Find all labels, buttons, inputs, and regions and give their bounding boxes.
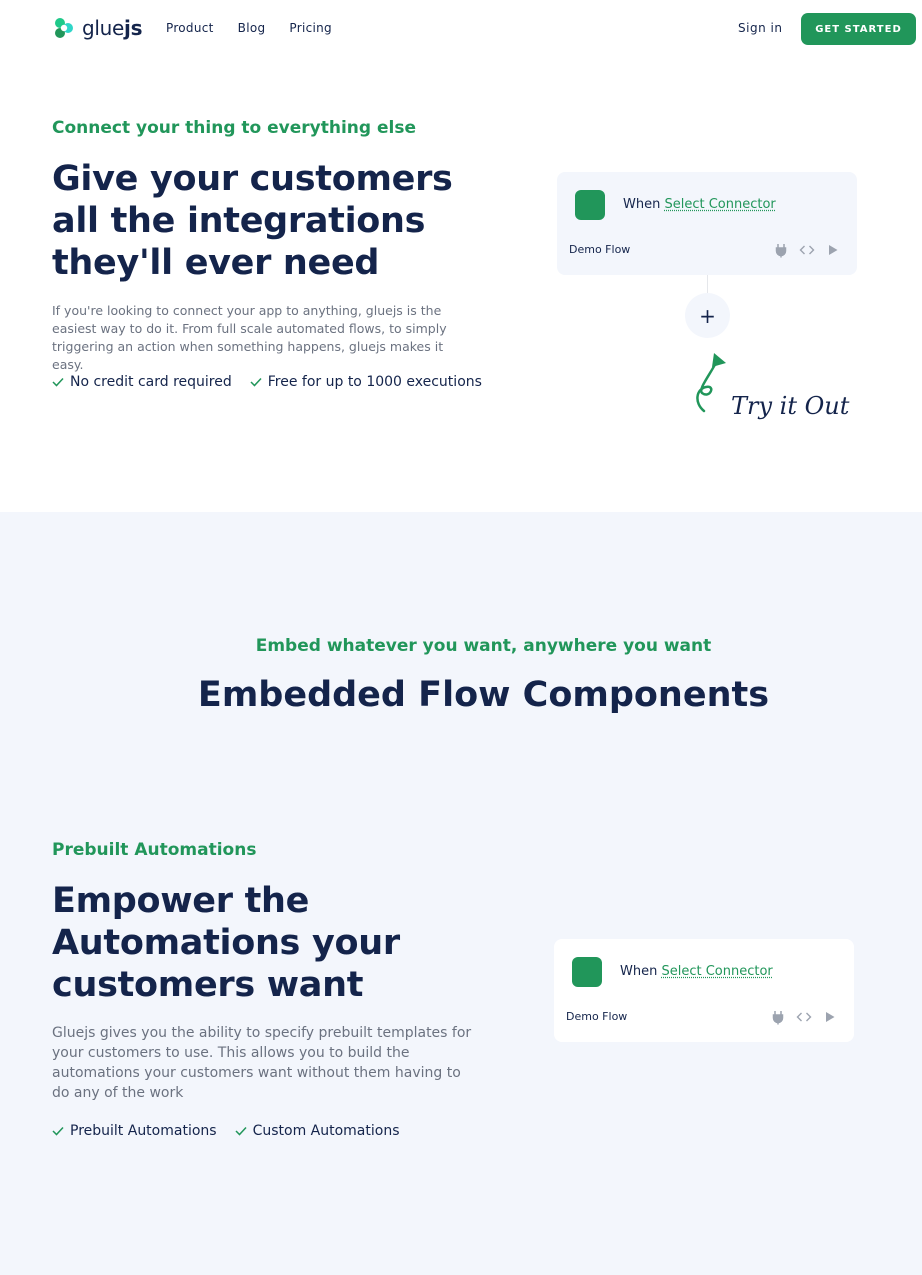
embed-eyebrow: Embed whatever you want, anywhere you wa… bbox=[255, 636, 712, 656]
flow-trigger: When Select Connector bbox=[620, 964, 773, 979]
check-item: Prebuilt Automations bbox=[52, 1123, 217, 1139]
select-connector-link[interactable]: Select Connector bbox=[661, 964, 772, 979]
hero-description: If you're looking to connect your app to… bbox=[52, 303, 447, 372]
flow-name: Demo Flow bbox=[566, 1010, 628, 1023]
check-icon bbox=[250, 377, 262, 387]
flow-trigger: When Select Connector bbox=[623, 197, 776, 212]
check-label: Prebuilt Automations bbox=[70, 1123, 217, 1139]
site-header: gluejs Product Blog Pricing Sign in GET … bbox=[0, 0, 922, 58]
embed-title: Embedded Flow Components bbox=[197, 675, 770, 715]
select-connector-link[interactable]: Select Connector bbox=[664, 197, 775, 212]
get-started-button[interactable]: GET STARTED bbox=[801, 13, 916, 45]
check-item: Free for up to 1000 executions bbox=[250, 374, 482, 390]
hero-checklist: No credit card required Free for up to 1… bbox=[52, 374, 482, 390]
flow-name: Demo Flow bbox=[569, 243, 631, 256]
check-icon bbox=[52, 1126, 64, 1136]
check-icon bbox=[235, 1126, 247, 1136]
flow-actions bbox=[770, 1009, 838, 1025]
connector-placeholder-icon[interactable] bbox=[572, 957, 602, 987]
gluejs-logo-icon bbox=[52, 16, 76, 40]
play-icon[interactable] bbox=[825, 242, 841, 258]
check-label: No credit card required bbox=[70, 374, 232, 390]
connector-placeholder-icon[interactable] bbox=[575, 190, 605, 220]
hero-title: Give your customers all the integrations… bbox=[52, 159, 453, 283]
check-label: Custom Automations bbox=[252, 1123, 400, 1139]
code-icon[interactable] bbox=[796, 1009, 812, 1025]
play-icon[interactable] bbox=[822, 1009, 838, 1025]
check-item: No credit card required bbox=[52, 374, 232, 390]
logo-text: gluejs bbox=[82, 16, 143, 40]
flow-card[interactable]: When Select Connector Demo Flow bbox=[554, 939, 854, 1042]
try-it-out-label: Try it Out bbox=[731, 392, 850, 420]
nav-blog[interactable]: Blog bbox=[238, 21, 266, 35]
flow-actions bbox=[773, 242, 841, 258]
plug-icon[interactable] bbox=[770, 1009, 786, 1025]
code-icon[interactable] bbox=[799, 242, 815, 258]
nav-pricing[interactable]: Pricing bbox=[289, 21, 332, 35]
check-item: Custom Automations bbox=[235, 1123, 400, 1139]
check-icon bbox=[52, 377, 64, 387]
sign-in-link[interactable]: Sign in bbox=[738, 21, 782, 35]
automations-title: Empower the Automations your customers w… bbox=[52, 881, 400, 1005]
automations-description: Gluejs gives you the ability to specify … bbox=[52, 1025, 472, 1101]
logo[interactable]: gluejs bbox=[52, 16, 143, 40]
hero-eyebrow: Connect your thing to everything else bbox=[52, 118, 417, 138]
automations-eyebrow: Prebuilt Automations bbox=[52, 840, 257, 860]
add-step-button[interactable]: + bbox=[685, 293, 730, 338]
flow-card[interactable]: When Select Connector Demo Flow bbox=[557, 172, 857, 275]
check-label: Free for up to 1000 executions bbox=[267, 374, 482, 390]
connector-line bbox=[707, 275, 708, 295]
nav-product[interactable]: Product bbox=[166, 21, 214, 35]
automations-checklist: Prebuilt Automations Custom Automations bbox=[52, 1123, 400, 1139]
plug-icon[interactable] bbox=[773, 242, 789, 258]
main-nav: Product Blog Pricing bbox=[166, 21, 332, 35]
